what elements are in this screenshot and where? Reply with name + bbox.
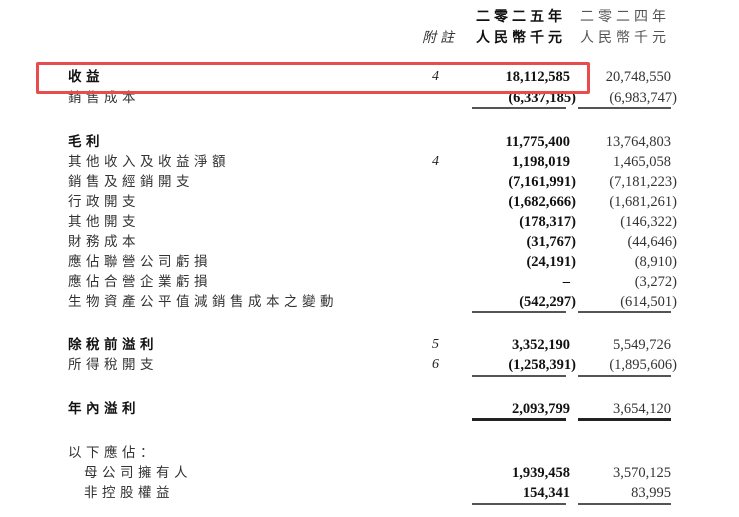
row-label: 母公司擁有人 <box>84 465 192 481</box>
row-note: 6 <box>432 357 439 372</box>
value-2025: (1,682,666) <box>508 194 576 210</box>
col-2024-year: 二零二四年 <box>580 9 670 25</box>
value-2024: (6,983,747) <box>609 90 677 106</box>
table-row: 其他收入及收益淨額 4 1,198,019 1,465,058 <box>0 152 739 172</box>
row-label: 行政開支 <box>68 194 140 210</box>
col-2024-unit: 人民幣千元 <box>580 30 670 46</box>
table-row: 應佔合營企業虧損 – (3,272) <box>0 272 739 292</box>
row-note: 4 <box>432 154 439 169</box>
row-label: 財務成本 <box>68 234 140 250</box>
table-row: 所得稅開支 6 (1,258,391) (1,895,606) <box>0 355 739 375</box>
table-row: 非控股權益 154,341 83,995 <box>0 483 739 503</box>
subtotal-rule <box>472 311 566 313</box>
table-row: 其他開支 (178,317) (146,322) <box>0 212 739 232</box>
subtotal-rule <box>578 311 671 313</box>
table-row: 財務成本 (31,767) (44,646) <box>0 232 739 252</box>
value-2024: (614,501) <box>620 294 677 310</box>
row-label: 應佔聯營公司虧損 <box>68 254 212 270</box>
total-rule <box>472 418 566 421</box>
value-2024: 5,549,726 <box>613 337 671 353</box>
row-label: 以下應佔： <box>68 445 158 461</box>
subtotal-rule <box>472 503 566 505</box>
value-2025: 154,341 <box>522 485 570 501</box>
table-row: 應佔聯營公司虧損 (24,191) (8,910) <box>0 252 739 272</box>
row-label: 除稅前溢利 <box>68 337 158 353</box>
col-2025-unit: 人民幣千元 <box>476 30 566 46</box>
table-row: 除稅前溢利 5 3,352,190 5,549,726 <box>0 335 739 355</box>
table-row: 銷售及經銷開支 (7,161,991) (7,181,223) <box>0 172 739 192</box>
revenue-highlight-box <box>36 62 590 94</box>
value-2025: (178,317) <box>519 214 576 230</box>
value-2025: (7,161,991) <box>508 174 576 190</box>
value-2024: 1,465,058 <box>613 154 671 170</box>
col-2025-year: 二零二五年 <box>476 9 566 25</box>
value-2024: 83,995 <box>631 485 671 501</box>
table-row: 以下應佔： <box>0 443 739 463</box>
value-2025: (24,191) <box>526 254 576 270</box>
table-row: 行政開支 (1,682,666) (1,681,261) <box>0 192 739 212</box>
value-2025: – <box>562 274 570 290</box>
value-2025: (31,767) <box>526 234 576 250</box>
value-2024: (7,181,223) <box>609 174 677 190</box>
value-2024: (3,272) <box>634 274 677 290</box>
value-2024: (1,681,261) <box>609 194 677 210</box>
row-label: 應佔合營企業虧損 <box>68 274 212 290</box>
subtotal-rule <box>578 503 671 505</box>
subtotal-rule <box>472 107 566 109</box>
row-label: 生物資產公平值減銷售成本之變動 <box>68 294 338 310</box>
value-2024: (146,322) <box>620 214 677 230</box>
value-2025: 1,939,458 <box>512 465 570 481</box>
value-2025: 3,352,190 <box>512 337 570 353</box>
value-2025: 2,093,799 <box>512 401 570 417</box>
row-label: 其他收入及收益淨額 <box>68 154 230 170</box>
row-label: 銷售及經銷開支 <box>68 174 194 190</box>
row-label: 其他開支 <box>68 214 140 230</box>
table-row: 母公司擁有人 1,939,458 3,570,125 <box>0 463 739 483</box>
table-row: 生物資產公平值減銷售成本之變動 (542,297) (614,501) <box>0 292 739 312</box>
subtotal-rule <box>578 375 671 377</box>
subtotal-rule <box>472 375 566 377</box>
value-2024: (1,895,606) <box>609 357 677 373</box>
row-label: 毛利 <box>68 134 104 150</box>
row-label: 非控股權益 <box>84 485 174 501</box>
subtotal-rule <box>578 107 671 109</box>
value-2024: 20,748,550 <box>605 69 671 85</box>
value-2024: 3,654,120 <box>613 401 671 417</box>
table-row: 毛利 11,775,400 13,764,803 <box>0 132 739 152</box>
value-2025: 1,198,019 <box>512 154 570 170</box>
value-2024: (8,910) <box>634 254 677 270</box>
note-column-header: 附註 <box>422 30 458 46</box>
value-2024: 3,570,125 <box>613 465 671 481</box>
value-2024: (44,646) <box>627 234 677 250</box>
value-2025: 11,775,400 <box>505 134 570 150</box>
row-label: 所得稅開支 <box>68 357 158 373</box>
row-note: 5 <box>432 337 439 352</box>
row-label: 年內溢利 <box>68 401 140 417</box>
value-2025: (1,258,391) <box>508 357 576 373</box>
value-2024: 13,764,803 <box>605 134 671 150</box>
value-2025: (542,297) <box>519 294 576 310</box>
total-rule <box>578 418 671 421</box>
table-row: 年內溢利 2,093,799 3,654,120 <box>0 399 739 419</box>
